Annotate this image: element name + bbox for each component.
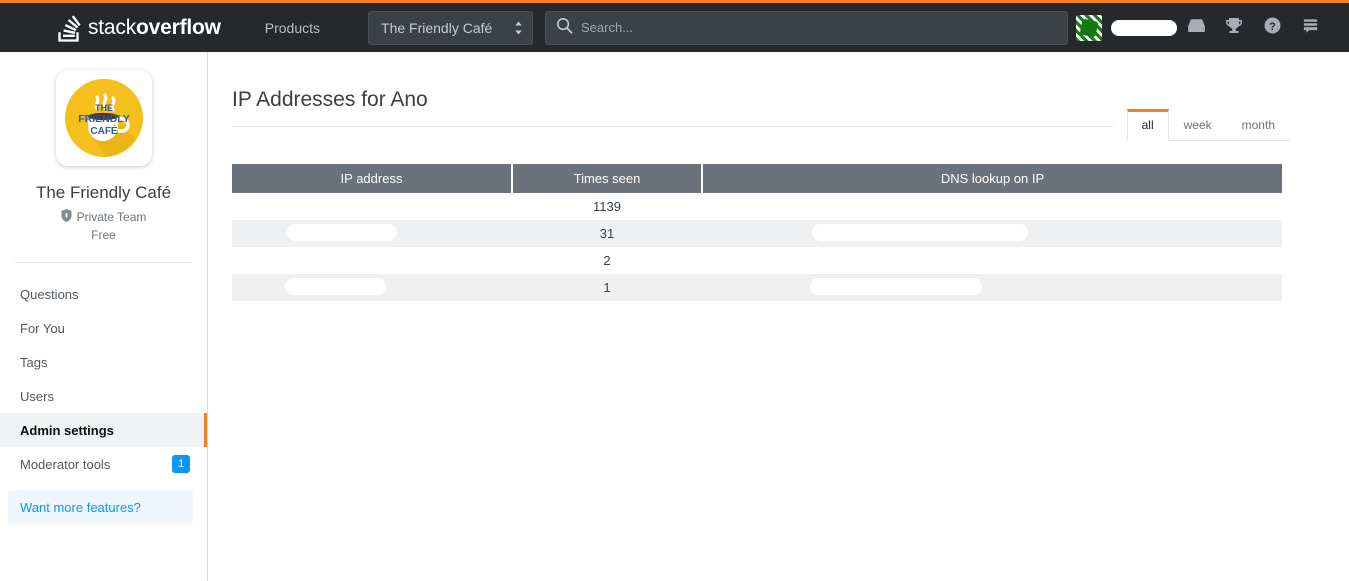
sidebar-nav: Questions For You Tags Users Admin setti… (0, 277, 207, 524)
sidebar-item-label: Admin settings (20, 422, 114, 438)
cell-dns-lookup (702, 247, 1282, 274)
cell-dns-lookup (702, 220, 1282, 247)
logo-text-bold: overflow (136, 15, 221, 39)
cell-ip-address (232, 247, 512, 274)
main-content: IP Addresses for Ano all week month IP a… (208, 52, 1349, 581)
svg-text:FRIENDLY: FRIENDLY (78, 113, 130, 125)
table-row: 1 (232, 274, 1282, 302)
team-name: The Friendly Café (35, 183, 172, 202)
column-header-ip-address: IP address (232, 164, 513, 194)
cell-times-seen: 1139 (593, 199, 621, 215)
svg-text:THE: THE (95, 103, 113, 113)
shield-icon (61, 209, 72, 225)
team-privacy-label: Private Team (76, 210, 147, 224)
sidebar-item-users[interactable]: Users (0, 379, 207, 413)
cell-dns-lookup (702, 193, 1282, 220)
sidebar-item-for-you[interactable]: For You (0, 311, 207, 345)
nav-right-cluster: ? (1068, 3, 1337, 52)
main-header: IP Addresses for Ano all week month (232, 74, 1290, 142)
cell-dns-lookup (702, 274, 1282, 301)
stack-overflow-logo[interactable]: stackoverflow (48, 3, 229, 52)
cell-times-seen: 1 (603, 280, 611, 296)
tab-month[interactable]: month (1227, 109, 1290, 141)
table-row: 2 (232, 247, 1282, 275)
sidebar-divider (15, 262, 192, 263)
top-navigation-bar: stackoverflow Products The Friendly Café… (0, 3, 1349, 52)
table-header-row: IP address Times seen DNS lookup on IP (232, 164, 1282, 194)
logo-text-light: stack (88, 15, 137, 39)
cell-ip-address (232, 193, 512, 220)
page-title: IP Addresses for Ano (232, 88, 1113, 128)
cell-ip-address (232, 220, 512, 247)
team-plan-label: Free (91, 228, 116, 242)
svg-text:CAFÉ: CAFÉ (90, 124, 118, 137)
redaction-mark (284, 277, 386, 295)
search-input[interactable]: Search... (545, 10, 1068, 45)
username-label[interactable] (1111, 19, 1177, 36)
sidebar-item-tags[interactable]: Tags (0, 345, 207, 379)
sidebar-item-label: Moderator tools (20, 456, 111, 472)
table-body: 1139 31 2 1 (232, 193, 1282, 302)
sidebar-item-admin-settings[interactable]: Admin settings (0, 413, 207, 447)
help-button[interactable]: ? (1253, 3, 1291, 52)
sidebar-item-moderator-tools[interactable]: Moderator tools 1 (0, 447, 207, 481)
ip-addresses-table: IP address Times seen DNS lookup on IP 1… (232, 164, 1282, 302)
cell-times-seen: 2 (603, 253, 611, 269)
table-row: 31 (232, 220, 1282, 248)
team-card: THE FRIENDLY CAFÉ The Friendly Café Priv… (0, 52, 207, 242)
trophy-icon (1224, 15, 1244, 40)
sidebar-item-label: Users (20, 388, 54, 404)
team-switcher-select[interactable]: The Friendly Café (368, 10, 534, 45)
team-privacy: Private Team (0, 209, 207, 225)
want-more-features-link[interactable]: Want more features? (8, 490, 193, 524)
avatar[interactable] (1076, 14, 1102, 41)
moderator-tools-badge: 1 (172, 455, 190, 473)
inbox-icon (1186, 15, 1207, 41)
achievements-button[interactable] (1215, 3, 1253, 52)
stacks-button[interactable] (1291, 3, 1329, 52)
help-icon: ? (1263, 16, 1282, 40)
redaction-mark (812, 223, 1028, 241)
inbox-button[interactable] (1177, 3, 1215, 52)
column-header-dns-lookup: DNS lookup on IP (702, 164, 1282, 194)
table-row: 1139 (232, 193, 1282, 221)
cell-ip-address (232, 274, 512, 301)
sidebar-item-label: Questions (20, 286, 79, 302)
page-body: THE FRIENDLY CAFÉ The Friendly Café Priv… (0, 52, 1349, 581)
redaction-mark (287, 223, 397, 241)
search-placeholder: Search... (581, 20, 634, 35)
redaction-mark (810, 277, 982, 295)
stack-overflow-logo-icon (56, 13, 81, 43)
sidebar-item-label: For You (20, 320, 65, 336)
stack-overflow-wordmark: stackoverflow (88, 16, 221, 40)
tab-week[interactable]: week (1169, 109, 1227, 141)
period-tabs: all week month (1126, 108, 1290, 142)
column-header-times-seen: Times seen (512, 164, 703, 194)
table-head: IP address Times seen DNS lookup on IP (232, 164, 1282, 194)
stacks-icon (1301, 16, 1320, 40)
tab-all[interactable]: all (1126, 109, 1169, 142)
team-logo[interactable]: THE FRIENDLY CAFÉ (55, 70, 152, 166)
nav-products-link[interactable]: Products (251, 3, 334, 52)
svg-text:?: ? (1269, 20, 1276, 32)
left-sidebar: THE FRIENDLY CAFÉ The Friendly Café Priv… (0, 52, 208, 581)
team-switcher-value: The Friendly Café (381, 19, 493, 36)
sidebar-item-questions[interactable]: Questions (0, 277, 207, 311)
sidebar-item-label: Tags (20, 354, 48, 370)
search-icon (556, 17, 573, 39)
cell-times-seen: 31 (599, 226, 615, 242)
coffee-cup-logo-icon: THE FRIENDLY CAFÉ (64, 79, 143, 157)
updown-chevron-icon (512, 20, 524, 36)
